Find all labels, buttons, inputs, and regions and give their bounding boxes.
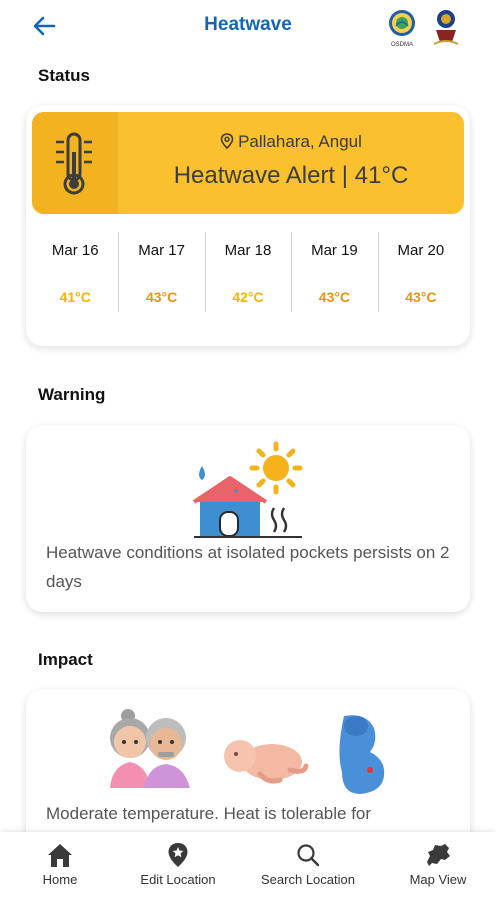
home-icon bbox=[48, 844, 72, 867]
emblem-logo bbox=[430, 8, 462, 48]
location-text: Pallahara, Angul bbox=[238, 132, 362, 151]
nav-edit-location[interactable]: Edit Location bbox=[128, 842, 228, 887]
forecast-date: Mar 16 bbox=[51, 242, 99, 259]
app-bar: Heatwave OSDMA bbox=[0, 0, 496, 56]
impact-heading: Impact bbox=[38, 650, 93, 669]
nav-home[interactable]: Home bbox=[30, 842, 90, 887]
nav-map-view[interactable]: Map View bbox=[398, 842, 478, 887]
nav-map-view-label: Map View bbox=[409, 872, 467, 887]
elderly-couple-icon bbox=[110, 709, 190, 788]
osdma-logo: OSDMA bbox=[386, 8, 418, 48]
alert-icon-box bbox=[32, 112, 118, 214]
forecast-temp: 42°C bbox=[232, 289, 264, 305]
forecast-temp: 41°C bbox=[59, 289, 91, 305]
nav-edit-location-label: Edit Location bbox=[140, 872, 216, 887]
warning-text: Heatwave conditions at isolated pockets … bbox=[46, 543, 450, 591]
forecast-row: Mar 16 41°C Mar 17 43°C Mar 18 42°C Mar … bbox=[32, 226, 464, 318]
forecast-date: Mar 20 bbox=[397, 242, 445, 259]
pregnant-woman-icon bbox=[339, 715, 385, 794]
status-heading: Status bbox=[38, 66, 90, 85]
forecast-temp: 43°C bbox=[318, 289, 351, 305]
nav-search-location-label: Search Location bbox=[261, 872, 355, 887]
forecast-day: Mar 18 42°C bbox=[204, 226, 291, 318]
nav-home-label: Home bbox=[42, 872, 78, 887]
forecast-temp: 43°C bbox=[145, 289, 178, 305]
location-pin-icon bbox=[168, 843, 188, 867]
page-title: Heatwave bbox=[204, 14, 292, 35]
heat-house-icon bbox=[192, 441, 303, 538]
heatwave-alert-banner: Pallahara, Angul Heatwave Alert | 41°C bbox=[32, 112, 464, 214]
forecast-day: Mar 19 43°C bbox=[291, 226, 377, 318]
nav-search-location[interactable]: Search Location bbox=[248, 842, 368, 887]
forecast-temp: 43°C bbox=[405, 289, 437, 305]
warning-heading: Warning bbox=[38, 385, 106, 404]
warning-card: Heatwave conditions at isolated pockets … bbox=[26, 426, 470, 612]
status-card: Pallahara, Angul Heatwave Alert | 41°C M… bbox=[26, 106, 470, 346]
alert-text: Heatwave Alert | 41°C bbox=[173, 162, 409, 189]
impact-text: Moderate temperature. Heat is tolerable … bbox=[46, 804, 372, 823]
forecast-day: Mar 20 43°C bbox=[377, 226, 464, 318]
thermometer-icon bbox=[56, 132, 92, 195]
forecast-date: Mar 17 bbox=[138, 242, 185, 259]
forecast-day: Mar 17 43°C bbox=[118, 226, 204, 318]
svg-text:OSDMA: OSDMA bbox=[391, 42, 413, 48]
forecast-date: Mar 19 bbox=[311, 242, 358, 259]
location-label: Pallahara, Angul bbox=[118, 132, 464, 152]
search-icon bbox=[297, 844, 320, 867]
bottom-navigation: Home Edit Location Search Location Map V… bbox=[0, 832, 496, 900]
map-icon bbox=[427, 844, 450, 866]
infant-icon bbox=[224, 740, 309, 784]
location-pin-icon bbox=[220, 133, 234, 150]
forecast-day: Mar 16 41°C bbox=[32, 226, 118, 318]
forecast-date: Mar 18 bbox=[224, 242, 272, 259]
